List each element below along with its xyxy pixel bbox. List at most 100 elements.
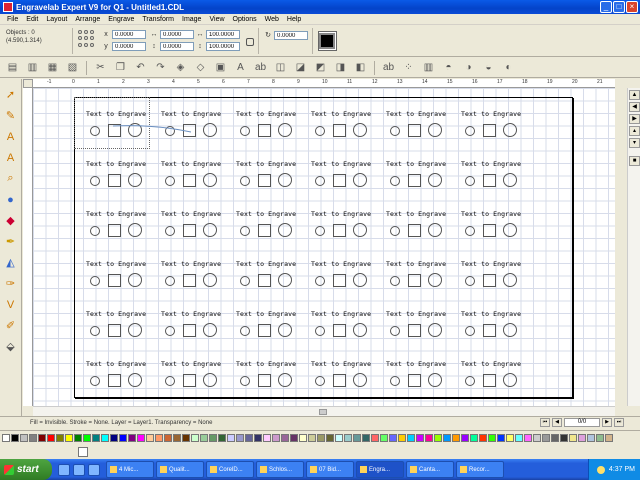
- pick-tool-icon[interactable]: ➚: [2, 86, 20, 103]
- palette-swatch[interactable]: [290, 433, 298, 442]
- vertical-scrollbar[interactable]: ▲ ◀ ▶ ▴ ▾ ■: [627, 88, 640, 406]
- palette-swatch[interactable]: [11, 433, 19, 442]
- engrave-text[interactable]: Text to Engrave: [386, 260, 446, 268]
- square-shape[interactable]: [258, 224, 271, 237]
- palette-swatch[interactable]: [2, 433, 10, 442]
- large-circle[interactable]: [503, 373, 517, 387]
- palette-swatch[interactable]: [416, 433, 424, 442]
- scroll-up-icon[interactable]: ▲: [629, 90, 640, 100]
- square-shape[interactable]: [483, 274, 496, 287]
- palette-swatch[interactable]: [533, 433, 541, 442]
- large-circle[interactable]: [278, 173, 292, 187]
- large-circle[interactable]: [128, 373, 142, 387]
- small-circle[interactable]: [390, 326, 400, 336]
- taskbar-button[interactable]: CorelD...: [206, 461, 254, 478]
- large-circle[interactable]: [128, 273, 142, 287]
- palette-swatch[interactable]: [425, 433, 433, 442]
- square-shape[interactable]: [183, 374, 196, 387]
- open-icon[interactable]: ▥: [24, 60, 41, 76]
- small-circle[interactable]: [165, 176, 175, 186]
- large-circle[interactable]: [503, 123, 517, 137]
- engrave-text[interactable]: Text to Engrave: [311, 310, 371, 318]
- small-circle[interactable]: [240, 276, 250, 286]
- palette-swatch[interactable]: [128, 433, 136, 442]
- engrave-text[interactable]: Text to Engrave: [386, 360, 446, 368]
- palette-swatch[interactable]: [569, 433, 577, 442]
- undo-icon[interactable]: ↶: [132, 60, 149, 76]
- engrave-cell[interactable]: Text to Engrave: [453, 96, 527, 144]
- engrave-text[interactable]: Text to Engrave: [386, 160, 446, 168]
- palette-swatch[interactable]: [74, 433, 82, 442]
- square-shape[interactable]: [258, 374, 271, 387]
- engrave-cell[interactable]: Text to Engrave: [378, 346, 452, 394]
- large-circle[interactable]: [503, 273, 517, 287]
- menu-edit[interactable]: Edit: [22, 16, 42, 23]
- engrave-text[interactable]: Text to Engrave: [311, 260, 371, 268]
- palette-swatch[interactable]: [218, 433, 226, 442]
- menu-transform[interactable]: Transform: [138, 16, 178, 23]
- small-circle[interactable]: [390, 226, 400, 236]
- engrave-cell[interactable]: Text to Engrave: [78, 346, 152, 394]
- engrave-text[interactable]: Text to Engrave: [161, 260, 221, 268]
- engrave-text[interactable]: Text to Engrave: [461, 210, 521, 218]
- small-circle[interactable]: [90, 276, 100, 286]
- large-circle[interactable]: [353, 223, 367, 237]
- palette-swatch[interactable]: [65, 433, 73, 442]
- text-tool-icon[interactable]: A: [2, 128, 20, 145]
- start-button[interactable]: start: [0, 459, 52, 480]
- engrave-cell[interactable]: Text to Engrave: [78, 146, 152, 194]
- small-circle[interactable]: [465, 126, 475, 136]
- engrave-cell[interactable]: Text to Engrave: [153, 346, 227, 394]
- engrave-cell[interactable]: Text to Engrave: [78, 196, 152, 244]
- taskbar-button[interactable]: Recor...: [456, 461, 504, 478]
- palette-swatch[interactable]: [461, 433, 469, 442]
- menu-web[interactable]: Web: [261, 16, 283, 23]
- large-circle[interactable]: [203, 323, 217, 337]
- ruler-corner[interactable]: [23, 79, 33, 88]
- large-circle[interactable]: [128, 323, 142, 337]
- ungroup-icon[interactable]: ◇: [192, 60, 209, 76]
- square-shape[interactable]: [183, 274, 196, 287]
- palette-swatch[interactable]: [362, 433, 370, 442]
- large-circle[interactable]: [203, 173, 217, 187]
- engrave-text[interactable]: Text to Engrave: [461, 110, 521, 118]
- large-circle[interactable]: [128, 173, 142, 187]
- small-circle[interactable]: [315, 276, 325, 286]
- toolpath-icon[interactable]: ◑: [460, 60, 477, 76]
- engrave-cell[interactable]: Text to Engrave: [453, 246, 527, 294]
- engrave-icon[interactable]: ◓: [440, 60, 457, 76]
- next-page-icon[interactable]: ▶: [602, 417, 612, 427]
- palette-swatch[interactable]: [596, 433, 604, 442]
- small-circle[interactable]: [90, 376, 100, 386]
- small-circle[interactable]: [165, 226, 175, 236]
- palette-swatch[interactable]: [542, 433, 550, 442]
- large-circle[interactable]: [353, 173, 367, 187]
- palette-swatch[interactable]: [488, 433, 496, 442]
- palette-swatch[interactable]: [137, 433, 145, 442]
- engrave-cell[interactable]: Text to Engrave: [153, 246, 227, 294]
- palette-swatch[interactable]: [182, 433, 190, 442]
- engrave-text[interactable]: Text to Engrave: [311, 160, 371, 168]
- large-circle[interactable]: [353, 323, 367, 337]
- palette-swatch[interactable]: [524, 433, 532, 442]
- engrave-text[interactable]: Text to Engrave: [86, 310, 146, 318]
- palette-swatch[interactable]: [146, 433, 154, 442]
- taskbar-button[interactable]: Qualit...: [156, 461, 204, 478]
- small-circle[interactable]: [315, 376, 325, 386]
- quick-launch-icon[interactable]: [73, 463, 85, 476]
- preview-icon[interactable]: ◒: [480, 60, 497, 76]
- palette-swatch[interactable]: [380, 433, 388, 442]
- height-field[interactable]: [160, 42, 194, 51]
- palette-swatch[interactable]: [101, 433, 109, 442]
- engrave-text[interactable]: Text to Engrave: [461, 360, 521, 368]
- shape-tool-icon[interactable]: ✎: [2, 107, 20, 124]
- palette-swatch[interactable]: [92, 433, 100, 442]
- engrave-cell[interactable]: Text to Engrave: [303, 346, 377, 394]
- copy-icon[interactable]: ❐: [112, 60, 129, 76]
- quick-launch-icon[interactable]: [58, 463, 70, 476]
- large-circle[interactable]: [278, 273, 292, 287]
- engrave-cell[interactable]: Text to Engrave: [153, 96, 227, 144]
- large-circle[interactable]: [353, 373, 367, 387]
- lock-ratio-icon[interactable]: [246, 38, 254, 46]
- engrave-text[interactable]: Text to Engrave: [86, 160, 146, 168]
